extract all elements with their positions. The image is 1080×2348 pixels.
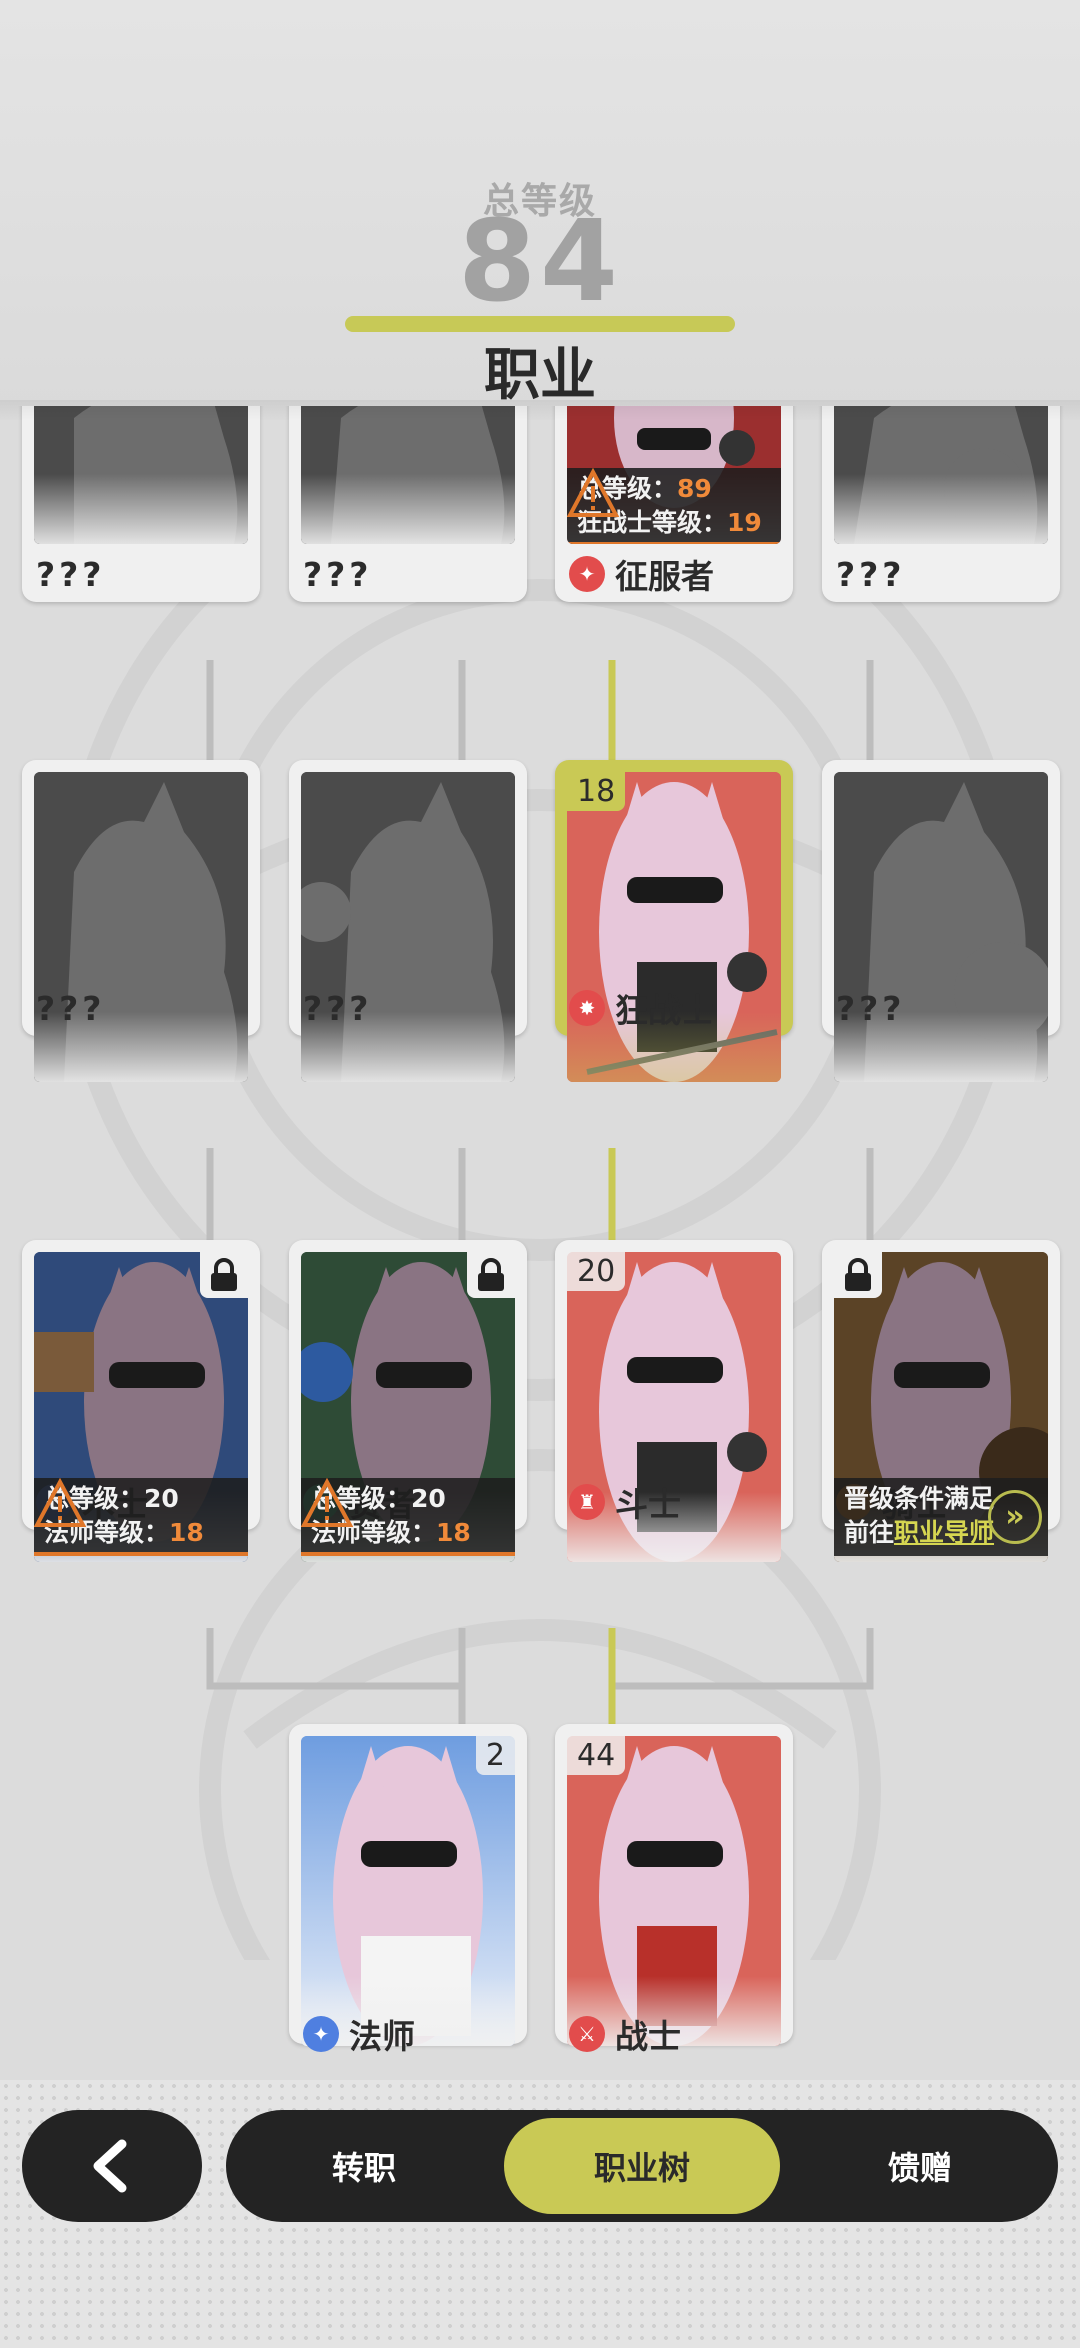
class-card-conqueror[interactable]: 总等级：89 狂战士等级：19 ✦ 征服者 (555, 406, 793, 602)
class-card-unknown[interactable]: ??? (822, 406, 1060, 602)
class-card-mage[interactable]: 2 ✦ 法师 (289, 1724, 527, 2056)
lock-icon (834, 1252, 882, 1298)
mage-class-icon: ✦ (303, 2016, 339, 2052)
total-level-value: 84 (458, 197, 622, 327)
character-art: 晋级条件满足 前往职业导师 » (834, 1252, 1048, 1562)
character-art (567, 772, 781, 1082)
class-name: ??? (303, 988, 373, 1028)
warning-icon (301, 1478, 353, 1527)
berserker-class-icon: ✸ (569, 990, 605, 1026)
req-value: 89 (677, 474, 712, 503)
fighter-class-icon: ♜ (569, 1484, 605, 1520)
lock-icon (467, 1252, 515, 1298)
class-level-badge: 2 (475, 1736, 515, 1775)
class-name: ??? (836, 554, 906, 594)
bottom-tab-bar: 转职 职业树 馈赠 (226, 2110, 1058, 2222)
warning-icon (567, 468, 619, 517)
silhouette-art (834, 406, 1048, 544)
character-art (567, 1736, 781, 2046)
class-card-unknown[interactable]: ??? (822, 760, 1060, 1082)
req-value: 20 (411, 1484, 446, 1513)
character-art: 总等级：20 法师等级：18 (301, 1252, 515, 1562)
silhouette-art (834, 772, 1048, 1082)
back-button[interactable] (22, 2110, 202, 2222)
class-card-knight[interactable]: 晋级条件满足 前往职业导师 » ⚜ 骑士 (822, 1240, 1060, 1562)
scroll-top-shadow (0, 400, 1080, 420)
class-mentor-link[interactable]: 职业导师 (894, 1518, 994, 1547)
req-value: 18 (169, 1518, 204, 1547)
chevron-left-icon (93, 2139, 127, 2193)
character-art (301, 1736, 515, 2046)
req-value: 20 (144, 1484, 179, 1513)
promotion-ready-box[interactable]: 晋级条件满足 前往职业导师 » (834, 1478, 1048, 1556)
class-card-berserker[interactable]: 18 ✸ 狂战士 (555, 760, 793, 1082)
class-card-sage[interactable]: 总等级：20 法师等级：18 ✧ 贤者 (289, 1240, 527, 1562)
req-value: 18 (436, 1518, 471, 1547)
requirement-box: 总等级：20 法师等级：18 (301, 1478, 515, 1556)
class-name: ??? (303, 554, 373, 594)
warrior-class-icon: ⚔ (569, 2016, 605, 2052)
silhouette-art (301, 772, 515, 1082)
class-card-unknown[interactable]: ??? (22, 406, 260, 602)
req-value: 19 (727, 508, 762, 537)
class-name: ??? (36, 554, 106, 594)
class-card-unknown[interactable]: ??? (22, 760, 260, 1082)
class-card-fighter[interactable]: 20 ♜ 斗士 (555, 1240, 793, 1562)
silhouette-art (34, 772, 248, 1082)
class-level-badge: 20 (567, 1252, 626, 1291)
class-name: ??? (836, 988, 906, 1028)
warning-icon (34, 1478, 86, 1527)
silhouette-art (301, 406, 515, 544)
class-level-badge: 18 (567, 772, 626, 811)
class-name: 战士 (615, 2017, 681, 2056)
class-name: 斗士 (615, 1485, 681, 1524)
double-chevron-right-icon[interactable]: » (988, 1490, 1042, 1544)
class-name: 法师 (349, 2017, 415, 2056)
class-name: ??? (36, 988, 106, 1028)
conqueror-class-icon: ✦ (569, 556, 605, 592)
tab-gifts[interactable]: 馈赠 (782, 2110, 1058, 2222)
class-card-warlock[interactable]: 总等级：20 法师等级：18 ❖ 术士 (22, 1240, 260, 1562)
class-card-warrior[interactable]: 44 ⚔ 战士 (555, 1724, 793, 2056)
class-card-unknown[interactable]: ??? (289, 760, 527, 1082)
tab-class-tree[interactable]: 职业树 (504, 2118, 780, 2214)
class-tree[interactable]: ??? ??? 总等级：89 狂战士等级：19 ✦ 征服者 ??? ??? ??… (0, 406, 1080, 2076)
promotion-prefix: 前往 (844, 1518, 895, 1547)
silhouette-art (34, 406, 248, 544)
class-card-unknown[interactable]: ??? (289, 406, 527, 602)
class-level-badge: 44 (567, 1736, 626, 1775)
requirement-box: 总等级：89 狂战士等级：19 (567, 468, 781, 544)
requirement-box: 总等级：20 法师等级：18 (34, 1478, 248, 1556)
lock-icon (200, 1252, 248, 1298)
character-art: 总等级：20 法师等级：18 (34, 1252, 248, 1562)
class-name: 征服者 (615, 557, 714, 596)
class-name: 狂战士 (615, 991, 714, 1030)
character-art: 总等级：89 狂战士等级：19 (567, 406, 781, 544)
section-title: 职业 (484, 343, 596, 408)
tab-class-change[interactable]: 转职 (226, 2110, 502, 2222)
